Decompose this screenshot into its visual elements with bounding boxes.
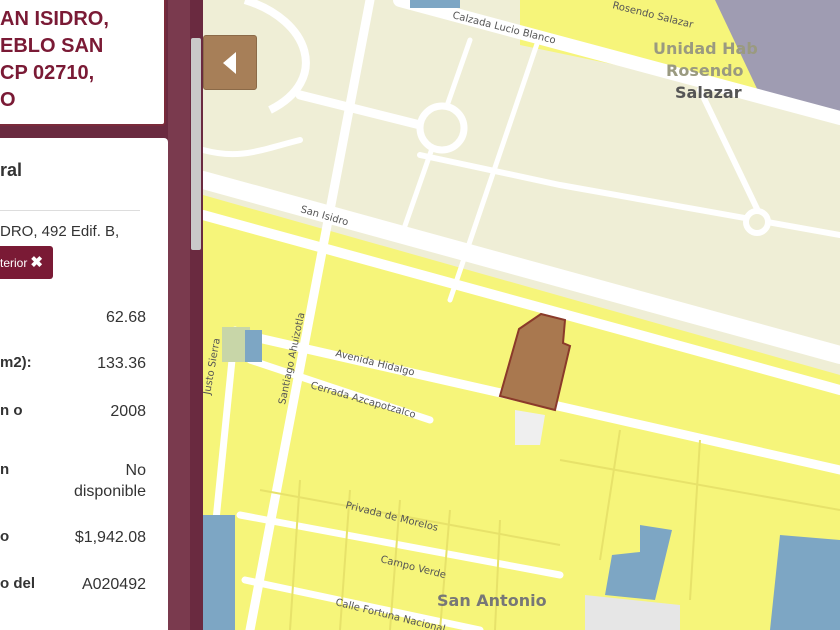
row-value: $1,942.08 [74,529,146,546]
row-value: 62.68 [105,309,146,326]
address-line: AN ISIDRO, [0,8,109,30]
panel-map-strip [168,0,190,630]
chevron-left-icon [223,52,236,74]
collapse-panel-button[interactable] [203,35,257,90]
row-label: m2): [0,354,32,371]
row-label: n [0,461,10,478]
place-label-rosendo: Rosendo [666,61,744,80]
water-block [245,330,262,362]
row-label: n o [0,402,23,419]
water-block [770,535,840,630]
address-card: AN ISIDRO, EBLO SAN CP 02710, O [0,0,166,126]
row-value: 2008 [110,403,146,420]
water-block [410,0,460,8]
row-value: A020492 [81,576,146,593]
place-label-san-antonio: San Antonio [437,591,547,610]
row-value: 133.36 [97,355,146,372]
row-label: o del [0,575,36,592]
roundabout [416,102,468,154]
row-value: No disponible [73,462,146,500]
info-title: ral [0,160,23,180]
close-icon: ✖ [30,254,43,271]
address-line: O [0,89,16,111]
address-line: CP 02710, [0,62,95,84]
roundabout-small [743,208,771,236]
water-block [203,515,235,630]
previous-button-label: terior [0,256,28,270]
previous-button[interactable]: terior ✖ [0,246,53,279]
info-address: DRO, 492 Edif. B, [0,223,120,240]
place-label-salazar: Salazar [675,83,742,102]
panel-scrollbar[interactable] [191,38,201,250]
row-label: o [0,528,10,545]
info-card: ral DRO, 492 Edif. B, terior ✖ 62.68 m2):… [0,138,168,630]
side-panel: AN ISIDRO, EBLO SAN CP 02710, O ral DRO,… [0,0,203,630]
address-line: EBLO SAN [0,35,104,57]
divider [0,210,140,211]
place-label-unidad: Unidad Hab [653,39,758,58]
